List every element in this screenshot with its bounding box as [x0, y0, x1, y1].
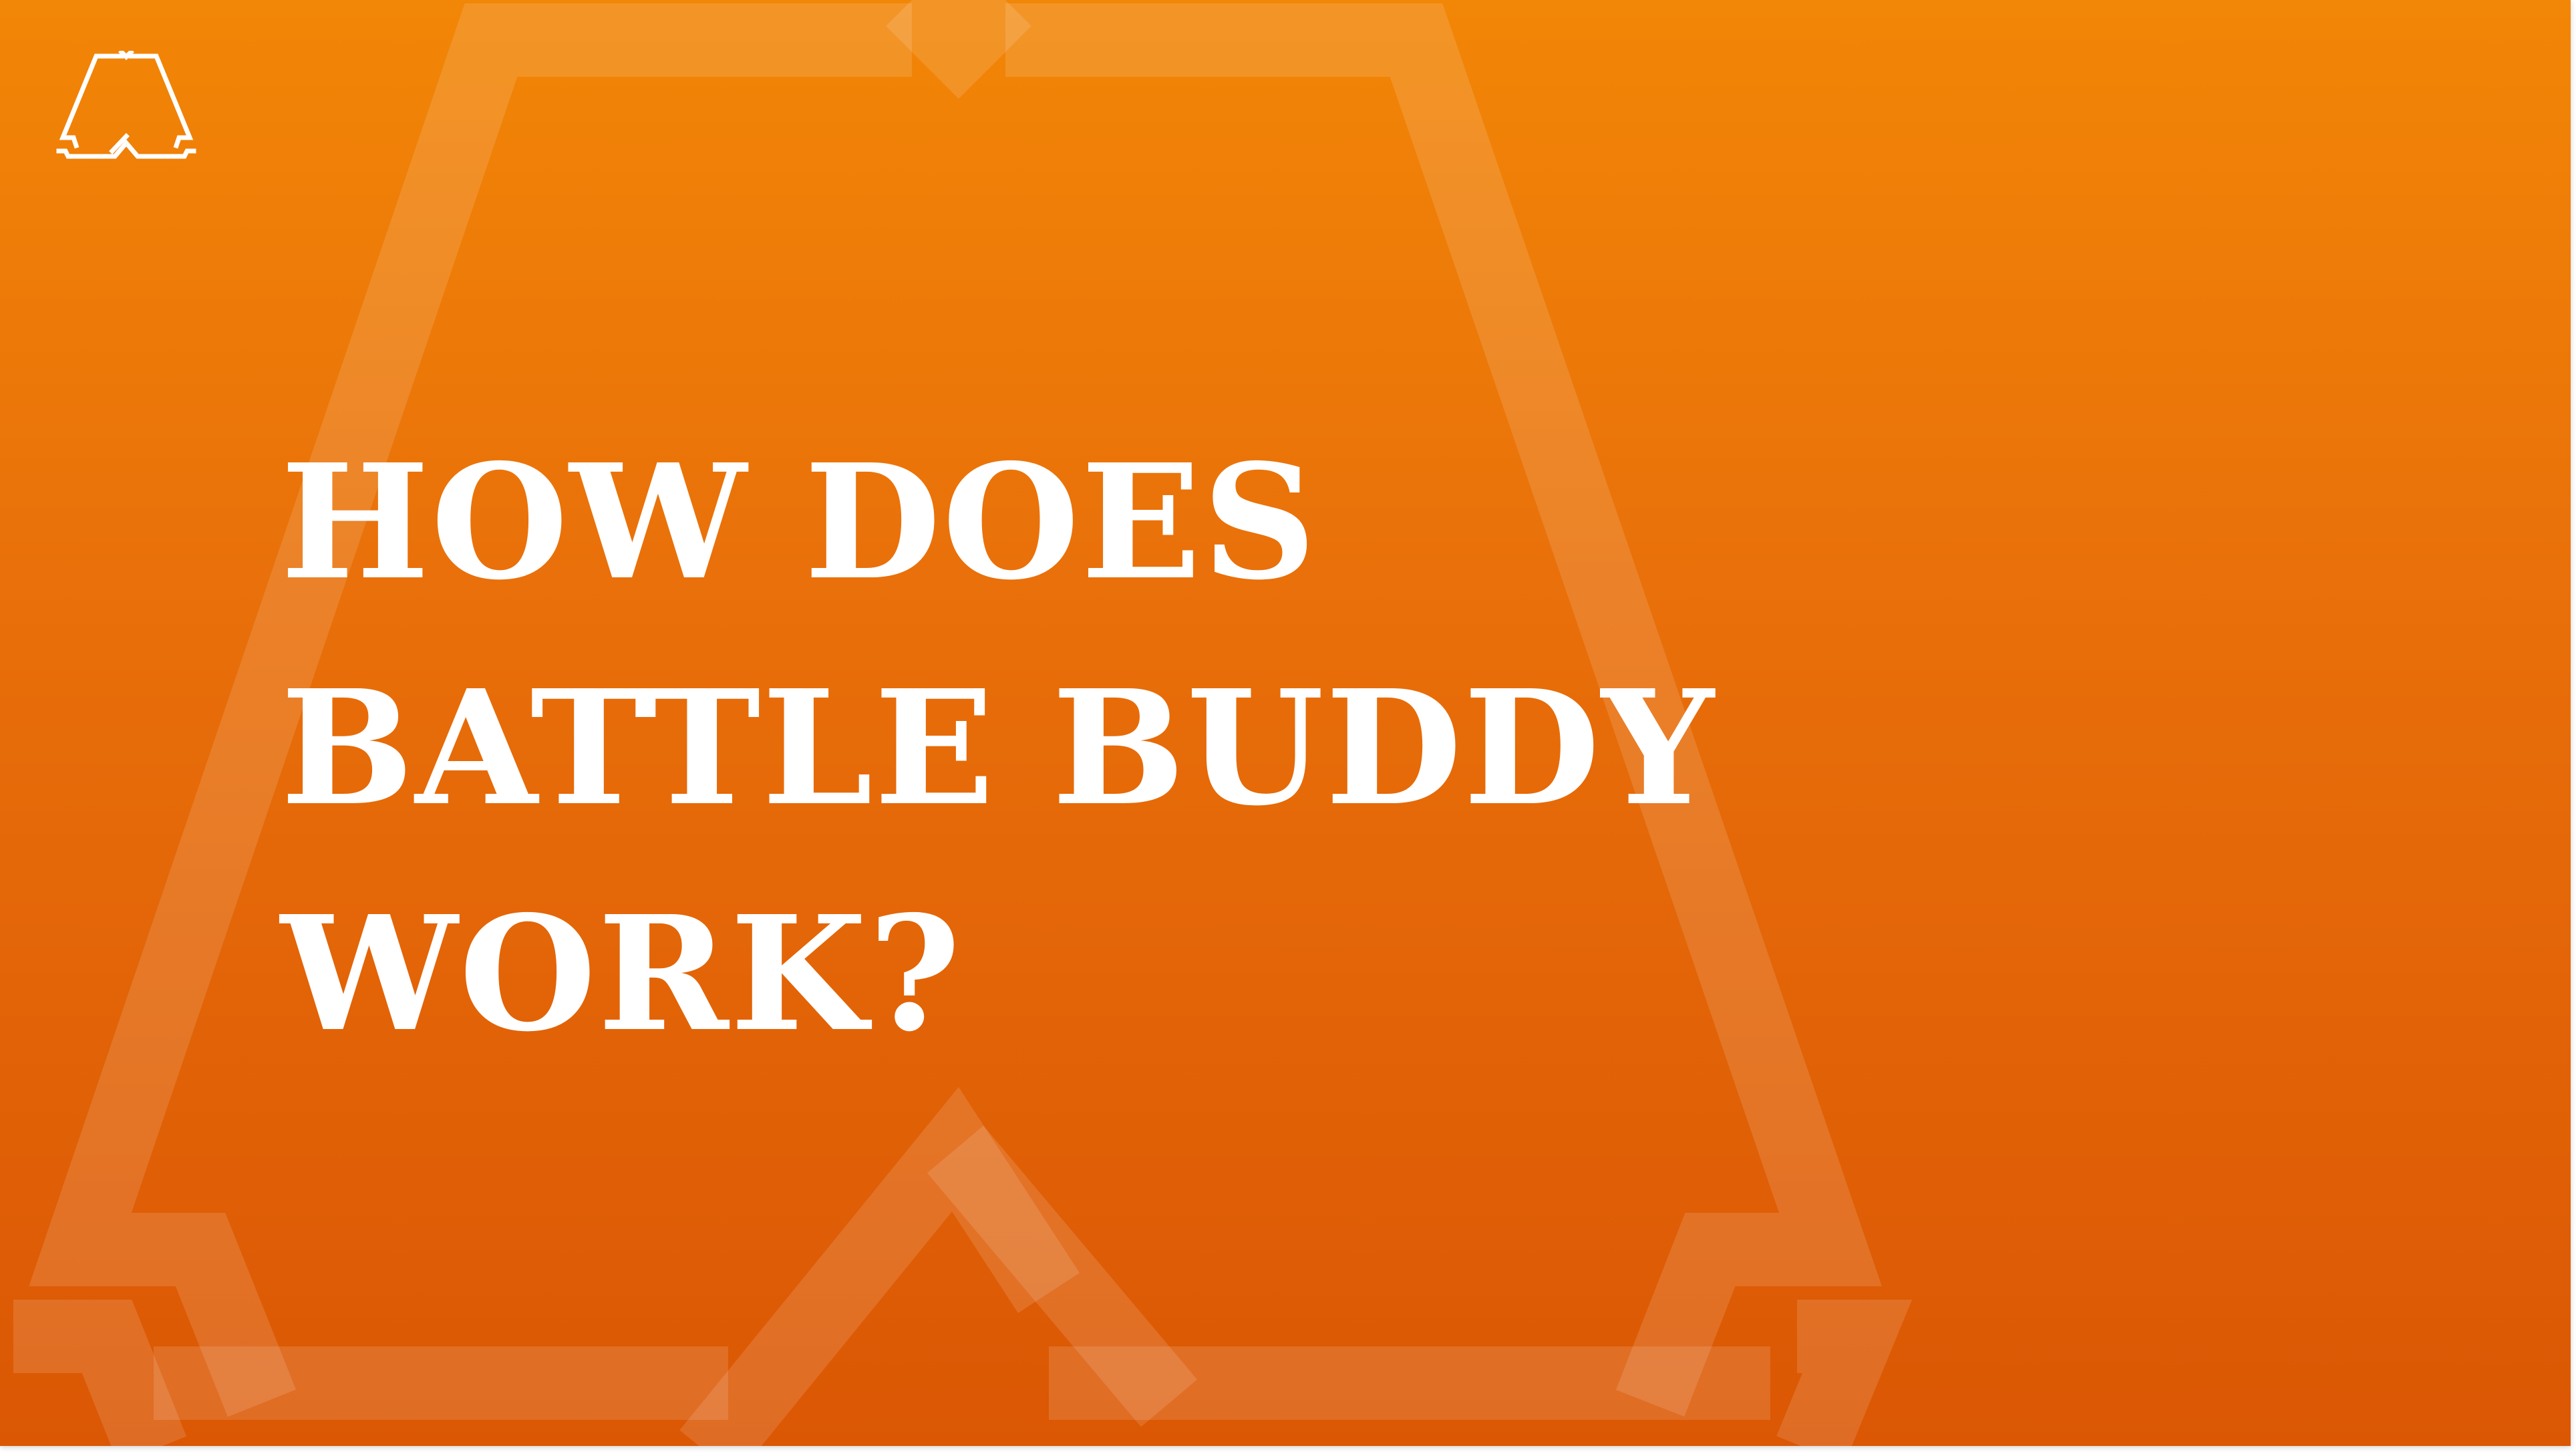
- headline-line-3: WORK?: [281, 881, 963, 1066]
- title-slide: HOW DOES BATTLE BUDDY WORK?: [0, 0, 2571, 1446]
- battle-buddy-a-logo-icon: [56, 51, 196, 159]
- page-title: HOW DOES BATTLE BUDDY WORK?: [281, 409, 1716, 1086]
- headline-line-1: HOW DOES: [281, 429, 1318, 615]
- headline-line-2: BATTLE BUDDY: [281, 655, 1716, 841]
